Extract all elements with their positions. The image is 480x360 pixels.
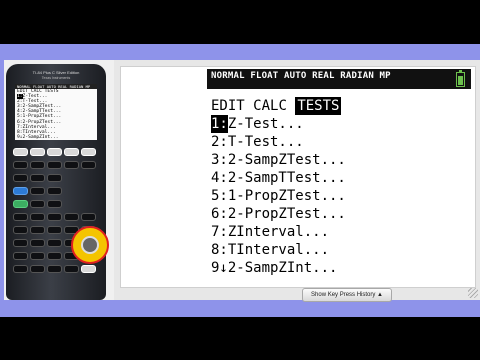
tab-tests[interactable]: TESTS	[295, 97, 342, 115]
calculator-key[interactable]	[47, 252, 62, 260]
status-bar: NORMAL FLOAT AUTO REAL RADIAN MP	[207, 69, 471, 89]
calculator-key[interactable]	[47, 174, 62, 182]
calculator-key[interactable]	[13, 213, 28, 221]
calculator-key[interactable]	[30, 252, 45, 260]
video-letterbox-top	[0, 0, 480, 44]
menu-item-label: 2-SampTTest...	[227, 170, 346, 186]
menu-item[interactable]: 8:TInterval...	[211, 241, 346, 259]
menu-item-key: 2:	[211, 134, 228, 150]
menu-item-label: ZInterval...	[227, 224, 330, 240]
calculator-key[interactable]	[64, 213, 79, 221]
calculator-key[interactable]	[64, 161, 79, 169]
calculator-key[interactable]	[47, 148, 62, 156]
battery-icon	[456, 70, 465, 87]
mini-menu-item: 9↓2-SampZInt...	[17, 134, 59, 140]
calculator-key[interactable]	[47, 213, 62, 221]
menu-item-key: 7:	[211, 224, 228, 240]
menu-item[interactable]: 7:ZInterval...	[211, 223, 346, 241]
calculator-key[interactable]	[13, 226, 28, 234]
arrow-pad-key[interactable]	[81, 236, 99, 254]
calculator-key[interactable]	[30, 148, 45, 156]
menu-item[interactable]: 1:Z-Test...	[211, 115, 346, 133]
menu-item-key: 3:	[211, 152, 228, 168]
menu-item[interactable]: 3:2-SampZTest...	[211, 151, 346, 169]
menu-item[interactable]: 5:1-PropZTest...	[211, 187, 346, 205]
calculator-key[interactable]	[47, 265, 62, 273]
calculator-key[interactable]	[81, 265, 96, 273]
video-letterbox-bottom	[0, 317, 480, 360]
menu-item-label: 2-PropZTest...	[227, 206, 346, 222]
calculator-image: TI-84 Plus C Silver Edition Texas Instru…	[6, 64, 109, 300]
menu-item[interactable]: 2:T-Test...	[211, 133, 346, 151]
calculator-key[interactable]	[47, 187, 62, 195]
calculator-key[interactable]	[81, 161, 96, 169]
tab-edit[interactable]: EDIT	[211, 97, 245, 115]
menu-item-key: 9↓	[211, 260, 228, 276]
emulator-app: TI-84 Plus C Silver Edition Texas Instru…	[0, 44, 480, 317]
menu-item-key: 4:	[211, 170, 228, 186]
calculator-key[interactable]	[13, 239, 28, 247]
calculator-key[interactable]	[13, 187, 28, 195]
tab-calc[interactable]: CALC	[253, 97, 287, 115]
calculator-key[interactable]	[47, 161, 62, 169]
tests-menu: EDIT CALC TESTS 1:Z-Test... 2:T-Test... 3:…	[211, 97, 346, 277]
mini-menu-list: 1:Z-Test... 2:T-Test... 3:2-SampZTest... 4:…	[15, 94, 97, 140]
calculator-key[interactable]	[13, 252, 28, 260]
calculator-key[interactable]	[30, 239, 45, 247]
menu-item-label: TInterval...	[227, 242, 330, 258]
calculator-key[interactable]	[30, 265, 45, 273]
menu-tabs: EDIT CALC TESTS	[211, 97, 346, 115]
calculator-key[interactable]	[47, 226, 62, 234]
calculator-key[interactable]	[13, 161, 28, 169]
calculator-key[interactable]	[81, 213, 96, 221]
calculator-key[interactable]	[64, 265, 79, 273]
menu-item-label: 1-PropZTest...	[227, 188, 346, 204]
calculator-key[interactable]	[30, 161, 45, 169]
calculator-key[interactable]	[13, 265, 28, 273]
calculator-screen: NORMAL FLOAT AUTO REAL RADIAN MP EDIT CA…	[207, 69, 471, 277]
menu-item-key: 5:	[211, 188, 228, 204]
calculator-key[interactable]	[13, 200, 28, 208]
calculator-mini-screen: NORMAL FLOAT AUTO REAL RADIAN MP EDIT CA…	[15, 84, 97, 140]
calculator-key[interactable]	[30, 174, 45, 182]
calculator-key[interactable]	[30, 200, 45, 208]
menu-item[interactable]: 4:2-SampTTest...	[211, 169, 346, 187]
calculator-key[interactable]	[30, 213, 45, 221]
menu-item-label: Z-Test...	[227, 116, 304, 132]
calculator-panel: TI-84 Plus C Silver Edition Texas Instru…	[4, 60, 114, 300]
menu-item-label: T-Test...	[227, 134, 304, 150]
show-key-press-history-button[interactable]: Show Key Press History ▲	[302, 288, 392, 302]
calculator-key[interactable]	[47, 200, 62, 208]
menu-list: 1:Z-Test... 2:T-Test... 3:2-SampZTest... 4:…	[211, 115, 346, 277]
menu-item-label: 2-SampZInt...	[227, 260, 338, 276]
menu-item-key: 8:	[211, 242, 228, 258]
calculator-model-label: TI-84 Plus C Silver Edition	[32, 70, 80, 75]
emulator-window: TI-84 Plus C Silver Edition Texas Instru…	[4, 60, 480, 302]
calculator-key[interactable]	[30, 187, 45, 195]
menu-item[interactable]: 9↓2-SampZInt...	[211, 259, 346, 277]
menu-item-label: 2-SampZTest...	[227, 152, 346, 168]
screen-panel: NORMAL FLOAT AUTO REAL RADIAN MP EDIT CA…	[120, 66, 476, 288]
calculator-key[interactable]	[47, 239, 62, 247]
menu-item[interactable]: 6:2-PropZTest...	[211, 205, 346, 223]
calculator-key[interactable]	[81, 148, 96, 156]
status-text: NORMAL FLOAT AUTO REAL RADIAN MP	[211, 71, 391, 81]
resize-grip[interactable]	[468, 288, 478, 298]
calculator-key[interactable]	[30, 226, 45, 234]
calculator-key[interactable]	[13, 174, 28, 182]
menu-item-key: 6:	[211, 206, 228, 222]
menu-item-key: 1:	[211, 115, 228, 133]
calculator-brand-label: Texas Instruments	[41, 76, 71, 80]
calculator-key[interactable]	[13, 148, 28, 156]
calculator-key[interactable]	[64, 148, 79, 156]
